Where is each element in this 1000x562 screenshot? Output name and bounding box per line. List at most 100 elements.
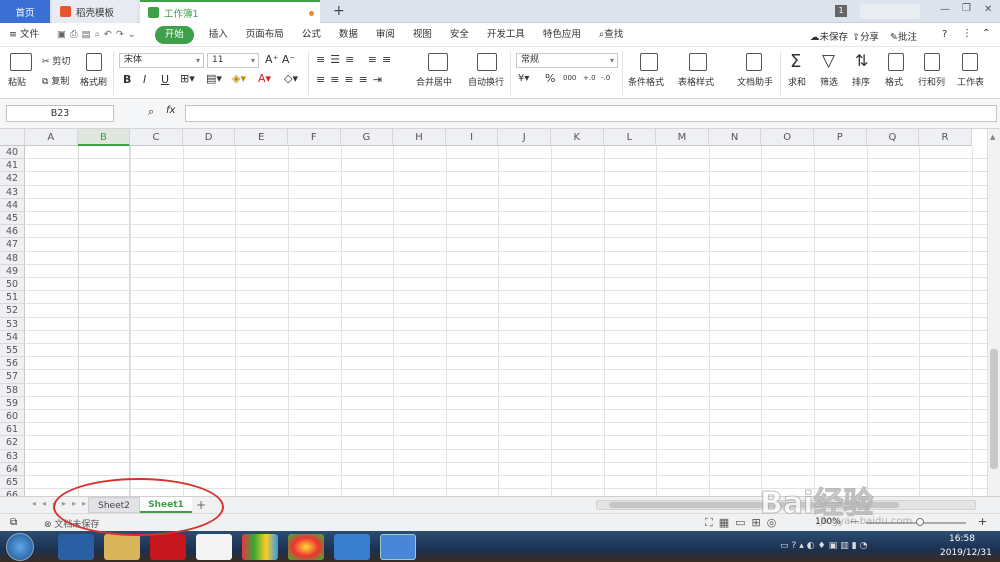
number-format-select[interactable]: 常规 bbox=[516, 53, 618, 68]
italic-button[interactable]: I bbox=[143, 73, 146, 86]
wps-tools-icon[interactable] bbox=[196, 534, 232, 560]
increase-decimal-button[interactable]: +.0 bbox=[583, 74, 596, 82]
row-header-59[interactable]: 59 bbox=[0, 396, 25, 410]
column-header-m[interactable]: M bbox=[656, 129, 709, 146]
menu-file[interactable]: ≡ 文件 bbox=[0, 26, 48, 44]
sogou-app-icon[interactable] bbox=[58, 534, 94, 560]
row-header-40[interactable]: 40 bbox=[0, 146, 25, 160]
help-button[interactable]: ? bbox=[942, 29, 947, 40]
row-header-44[interactable]: 44 bbox=[0, 198, 25, 212]
row-header-45[interactable]: 45 bbox=[0, 212, 25, 226]
menu-data[interactable]: 数据 bbox=[330, 26, 367, 44]
layout-icon[interactable]: ⧉ bbox=[10, 517, 17, 528]
bold-button[interactable]: B bbox=[123, 73, 131, 86]
copy-button[interactable]: ⧉ 复制 bbox=[42, 74, 69, 87]
wps-writer-icon[interactable] bbox=[380, 534, 416, 560]
column-header-d[interactable]: D bbox=[182, 129, 236, 146]
clock-date[interactable]: 2019/12/31 bbox=[940, 548, 992, 558]
name-box[interactable]: B23 bbox=[6, 105, 114, 122]
office-icon[interactable] bbox=[242, 534, 278, 560]
share-button[interactable]: ⇪分享 bbox=[852, 29, 879, 43]
vertical-align-buttons[interactable]: ≡☰≡ ≡≡ bbox=[316, 53, 396, 66]
column-header-f[interactable]: F bbox=[288, 129, 341, 146]
row-header-46[interactable]: 46 bbox=[0, 225, 25, 239]
sort-button[interactable]: 排序 bbox=[852, 75, 870, 88]
new-tab-button[interactable]: + bbox=[333, 3, 345, 19]
cut-button[interactable]: ✂ 剪切 bbox=[42, 54, 70, 67]
grow-font-button[interactable]: A⁺ A⁻ bbox=[265, 53, 295, 66]
menu-start[interactable]: 开始 bbox=[154, 25, 194, 44]
row-header-56[interactable]: 56 bbox=[0, 357, 25, 371]
row-header-41[interactable]: 41 bbox=[0, 159, 25, 173]
menu-security[interactable]: 安全 bbox=[441, 26, 478, 44]
filter-button[interactable]: 筛选 bbox=[820, 75, 838, 88]
sum-button[interactable]: 求和 bbox=[788, 75, 806, 88]
column-header-a[interactable]: A bbox=[25, 129, 78, 146]
clear-format-button[interactable]: ◇▾ bbox=[284, 72, 298, 85]
thousands-button[interactable]: 000 bbox=[563, 74, 576, 82]
row-header-61[interactable]: 61 bbox=[0, 423, 25, 437]
row-header-58[interactable]: 58 bbox=[0, 383, 25, 397]
row-header-47[interactable]: 47 bbox=[0, 238, 25, 252]
row-header-48[interactable]: 48 bbox=[0, 251, 25, 265]
tab-daoke-template[interactable]: 稻壳模板 bbox=[52, 0, 137, 23]
column-header-i[interactable]: I bbox=[445, 129, 499, 146]
row-header-42[interactable]: 42 bbox=[0, 172, 25, 186]
formula-input[interactable] bbox=[185, 105, 997, 122]
percent-button[interactable]: % bbox=[545, 72, 555, 85]
highlight-color-button[interactable]: ◈▾ bbox=[232, 72, 246, 85]
tab-home[interactable]: 首页 bbox=[0, 0, 50, 23]
format-painter-button[interactable]: 格式刷 bbox=[80, 75, 107, 88]
border-button[interactable]: ⊞▾ bbox=[180, 72, 195, 85]
column-header-b[interactable]: B bbox=[77, 129, 131, 146]
spreadsheet-grid[interactable]: ABCDEFGHIJKLMNOPQR 40 41 42 43 44 45 46 47 48 49 5… bbox=[0, 129, 987, 496]
menu-review[interactable]: 审阅 bbox=[367, 26, 404, 44]
more-icon[interactable]: ⋮ bbox=[962, 28, 972, 39]
font-size-select[interactable]: 11 bbox=[207, 53, 259, 68]
file-explorer-icon[interactable] bbox=[104, 534, 140, 560]
comment-button[interactable]: ✎批注 bbox=[890, 29, 917, 43]
underline-button[interactable]: U bbox=[161, 73, 169, 86]
column-header-l[interactable]: L bbox=[603, 129, 657, 146]
doc-assistant-button[interactable]: 文档助手 bbox=[737, 75, 773, 88]
row-header-64[interactable]: 64 bbox=[0, 462, 25, 476]
conditional-format-button[interactable]: 条件格式 bbox=[628, 75, 664, 88]
close-button[interactable]: ✕ bbox=[984, 4, 992, 15]
column-header-g[interactable]: G bbox=[340, 129, 394, 146]
currency-button[interactable]: ¥▾ bbox=[518, 73, 529, 84]
collapse-ribbon-icon[interactable]: ⌃ bbox=[982, 28, 990, 39]
tab-workbook[interactable]: 工作簿1 bbox=[140, 0, 320, 23]
account-avatar[interactable] bbox=[860, 4, 920, 19]
row-column-button[interactable]: 行和列 bbox=[918, 75, 945, 88]
font-name-select[interactable]: 宋体 bbox=[119, 53, 204, 68]
row-header-52[interactable]: 52 bbox=[0, 304, 25, 318]
menu-page-layout[interactable]: 页面布局 bbox=[237, 26, 293, 44]
column-header-n[interactable]: N bbox=[708, 129, 762, 146]
column-header-o[interactable]: O bbox=[761, 129, 814, 146]
menu-search[interactable]: ⌕查找 bbox=[590, 26, 632, 44]
calculator-icon[interactable] bbox=[334, 534, 370, 560]
column-header-q[interactable]: Q bbox=[866, 129, 920, 146]
paste-button[interactable]: 粘贴 bbox=[8, 75, 26, 88]
vertical-scrollbar[interactable]: ▲ bbox=[987, 129, 1000, 496]
zoom-formula-icon[interactable]: ⌕ bbox=[148, 105, 154, 119]
menu-features[interactable]: 特色应用 bbox=[534, 26, 590, 44]
minimize-button[interactable]: — bbox=[940, 4, 950, 15]
menu-view[interactable]: 视图 bbox=[404, 26, 441, 44]
quick-access-toolbar[interactable]: ▣⎙▤⌕↶↷⌄ bbox=[48, 26, 149, 44]
menu-formula[interactable]: 公式 bbox=[293, 26, 330, 44]
column-header-r[interactable]: R bbox=[919, 129, 972, 146]
column-header-j[interactable]: J bbox=[498, 129, 551, 146]
fx-button[interactable]: fx bbox=[166, 105, 175, 116]
start-button[interactable] bbox=[6, 533, 34, 561]
row-header-57[interactable]: 57 bbox=[0, 370, 25, 384]
row-header-53[interactable]: 53 bbox=[0, 317, 25, 331]
table-style-button[interactable]: 表格样式 bbox=[678, 75, 714, 88]
decrease-decimal-button[interactable]: -.0 bbox=[601, 74, 610, 82]
horizontal-align-buttons[interactable]: ≡≡≡≡⇥ bbox=[316, 73, 387, 86]
row-header-62[interactable]: 62 bbox=[0, 436, 25, 450]
select-all-corner[interactable] bbox=[0, 129, 25, 146]
row-header-50[interactable]: 50 bbox=[0, 278, 25, 292]
scroll-thumb[interactable] bbox=[990, 349, 998, 469]
unsaved-status[interactable]: ☁未保存 bbox=[810, 29, 848, 43]
